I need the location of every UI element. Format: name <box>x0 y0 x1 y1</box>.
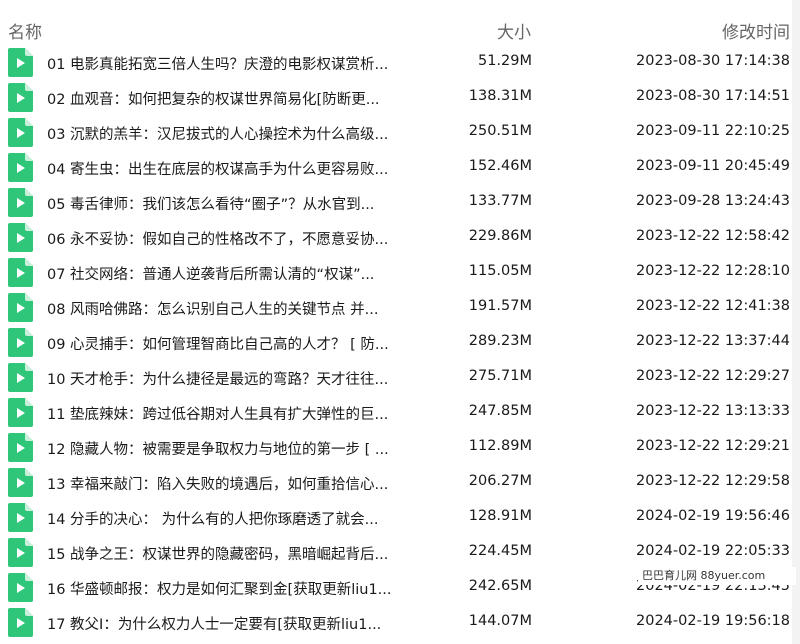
file-modified: 2024-02-19 19:56:46 <box>636 508 790 524</box>
video-file-icon <box>8 293 33 322</box>
video-file-icon <box>8 188 33 217</box>
file-modified: 2024-02-19 22:05:33 <box>636 543 790 559</box>
file-name[interactable]: 11 垫底辣妹：跨过低谷期对人生具有扩大弹性的巨... <box>47 403 388 424</box>
video-file-icon <box>8 258 33 287</box>
column-header-modified[interactable]: 修改时间 <box>722 18 790 43</box>
file-size: 229.86M <box>468 228 532 244</box>
file-modified: 2024-02-19 19:56:18 <box>636 613 790 629</box>
file-name[interactable]: 02 血观音：如何把复杂的权谋世界简易化[防断更... <box>47 88 380 109</box>
column-header-name[interactable]: 名称 <box>8 18 42 43</box>
file-name[interactable]: 16 华盛顿邮报：权力是如何汇聚到金[获取更新liu1... <box>47 578 392 599</box>
video-file-icon <box>8 153 33 182</box>
file-row[interactable]: 08 风雨哈佛路：怎么识别自己人生的关键节点 并... 191.57M 2023-1… <box>0 289 792 324</box>
file-size: 115.05M <box>468 263 532 279</box>
file-name[interactable]: 10 天才枪手：为什么捷径是最远的弯路？天才往往... <box>47 368 388 389</box>
file-row[interactable]: 06 永不妥协：假如自己的性格改不了，不愿意妥协... 229.86M 2023-1… <box>0 219 792 254</box>
video-file-icon <box>8 223 33 252</box>
file-name[interactable]: 01 电影真能拓宽三倍人生吗？庆澄的电影权谋赏析... <box>47 53 388 74</box>
file-modified: 2023-12-22 12:41:38 <box>636 298 790 314</box>
file-modified: 2023-09-11 20:45:49 <box>636 158 790 174</box>
file-size: 152.46M <box>468 158 532 174</box>
video-file-icon <box>8 118 33 147</box>
file-size: 133.77M <box>468 193 532 209</box>
file-row[interactable]: 17 教父Ⅰ：为什么权力人士一定要有[获取更新liu1... 144.07M 202… <box>0 604 792 639</box>
file-row[interactable]: 15 战争之王：权谋世界的隐藏密码，黑暗崛起背后... 224.45M 2024-0… <box>0 534 792 569</box>
file-modified: 2023-08-30 17:14:51 <box>636 88 790 104</box>
file-modified: 2023-09-28 13:24:43 <box>636 193 790 209</box>
file-modified: 2023-08-30 17:14:38 <box>636 53 790 69</box>
file-size: 275.71M <box>468 368 532 384</box>
file-modified: 2023-12-22 13:37:44 <box>636 333 790 349</box>
file-row[interactable]: 09 心灵捕手：如何管理智商比自己高的人才？ [ 防... 289.23M 2023… <box>0 324 792 359</box>
file-size: 138.31M <box>468 88 532 104</box>
file-row[interactable]: 10 天才枪手：为什么捷径是最远的弯路？天才往往... 275.71M 2023-1… <box>0 359 792 394</box>
file-row[interactable]: 04 寄生虫：出生在底层的权谋高手为什么更容易败... 152.46M 2023-0… <box>0 149 792 184</box>
file-size: 242.65M <box>468 578 532 594</box>
video-file-icon <box>8 573 33 602</box>
file-modified: 2023-12-22 12:29:27 <box>636 368 790 384</box>
file-modified: 2023-09-11 22:10:25 <box>636 123 790 139</box>
file-modified: 2023-12-22 12:29:58 <box>636 473 790 489</box>
file-row[interactable]: 11 垫底辣妹：跨过低谷期对人生具有扩大弹性的巨... 247.85M 2023-1… <box>0 394 792 429</box>
file-row[interactable]: 07 社交网络：普通人逆袭背后所需认清的“权谋”... 115.05M 2023-1… <box>0 254 792 289</box>
video-file-icon <box>8 398 33 427</box>
file-size: 128.91M <box>468 508 532 524</box>
column-header-size[interactable]: 大小 <box>497 18 531 43</box>
file-row[interactable]: 05 毒舌律师：我们该怎么看待“圈子”？从水官到... 133.77M 2023-0… <box>0 184 792 219</box>
file-row[interactable]: 02 血观音：如何把复杂的权谋世界简易化[防断更... 138.31M 2023-0… <box>0 79 792 114</box>
file-size: 250.51M <box>468 123 532 139</box>
file-name[interactable]: 05 毒舌律师：我们该怎么看待“圈子”？从水官到... <box>47 193 374 214</box>
video-file-icon <box>8 83 33 112</box>
file-name[interactable]: 03 沉默的羔羊：汉尼拔式的人心操控术为什么高级... <box>47 123 388 144</box>
file-row[interactable]: 12 隐藏人物：被需要是争取权力与地位的第一步 [ ... 112.89M 2023… <box>0 429 792 464</box>
file-size: 144.07M <box>468 613 532 629</box>
file-modified: 2023-12-22 12:58:42 <box>636 228 790 244</box>
video-file-icon <box>8 608 33 637</box>
file-list: 01 电影真能拓宽三倍人生吗？庆澄的电影权谋赏析... 51.29M 2023-08… <box>0 44 792 639</box>
video-file-icon <box>8 538 33 567</box>
video-file-icon <box>8 433 33 462</box>
video-file-icon <box>8 363 33 392</box>
file-row[interactable]: 13 幸福来敲门：陷入失败的境遇后，如何重拾信心... 206.27M 2023-1… <box>0 464 792 499</box>
file-name[interactable]: 09 心灵捕手：如何管理智商比自己高的人才？ [ 防... <box>47 333 389 354</box>
file-size: 51.29M <box>477 53 532 69</box>
file-name[interactable]: 12 隐藏人物：被需要是争取权力与地位的第一步 [ ... <box>47 438 389 459</box>
file-row[interactable]: 14 分手的决心： 为什么有的人把你琢磨透了就会... 128.91M 2024-0… <box>0 499 792 534</box>
file-name[interactable]: 06 永不妥协：假如自己的性格改不了，不愿意妥协... <box>47 228 388 249</box>
watermark: 巴巴育儿网 88yuer.com <box>638 567 796 585</box>
file-name[interactable]: 08 风雨哈佛路：怎么识别自己人生的关键节点 并... <box>47 298 379 319</box>
file-size: 247.85M <box>468 403 532 419</box>
file-name[interactable]: 04 寄生虫：出生在底层的权谋高手为什么更容易败... <box>47 158 388 179</box>
file-modified: 2023-12-22 12:28:10 <box>636 263 790 279</box>
file-size: 224.45M <box>468 543 532 559</box>
file-modified: 2023-12-22 13:13:33 <box>636 403 790 419</box>
file-size: 191.57M <box>468 298 532 314</box>
file-size: 289.23M <box>468 333 532 349</box>
video-file-icon <box>8 328 33 357</box>
file-name[interactable]: 07 社交网络：普通人逆袭背后所需认清的“权谋”... <box>47 263 374 284</box>
file-row[interactable]: 03 沉默的羔羊：汉尼拔式的人心操控术为什么高级... 250.51M 2023-0… <box>0 114 792 149</box>
file-name[interactable]: 14 分手的决心： 为什么有的人把你琢磨透了就会... <box>47 508 379 529</box>
file-size: 112.89M <box>468 438 532 454</box>
scrollbar-track[interactable] <box>792 0 800 644</box>
file-name[interactable]: 15 战争之王：权谋世界的隐藏密码，黑暗崛起背后... <box>47 543 388 564</box>
file-size: 206.27M <box>468 473 532 489</box>
file-modified: 2023-12-22 12:29:21 <box>636 438 790 454</box>
file-name[interactable]: 13 幸福来敲门：陷入失败的境遇后，如何重拾信心... <box>47 473 388 494</box>
file-row[interactable]: 01 电影真能拓宽三倍人生吗？庆澄的电影权谋赏析... 51.29M 2023-08… <box>0 44 792 79</box>
file-name[interactable]: 17 教父Ⅰ：为什么权力人士一定要有[获取更新liu1... <box>47 613 381 634</box>
video-file-icon <box>8 468 33 497</box>
video-file-icon <box>8 48 33 77</box>
video-file-icon <box>8 503 33 532</box>
